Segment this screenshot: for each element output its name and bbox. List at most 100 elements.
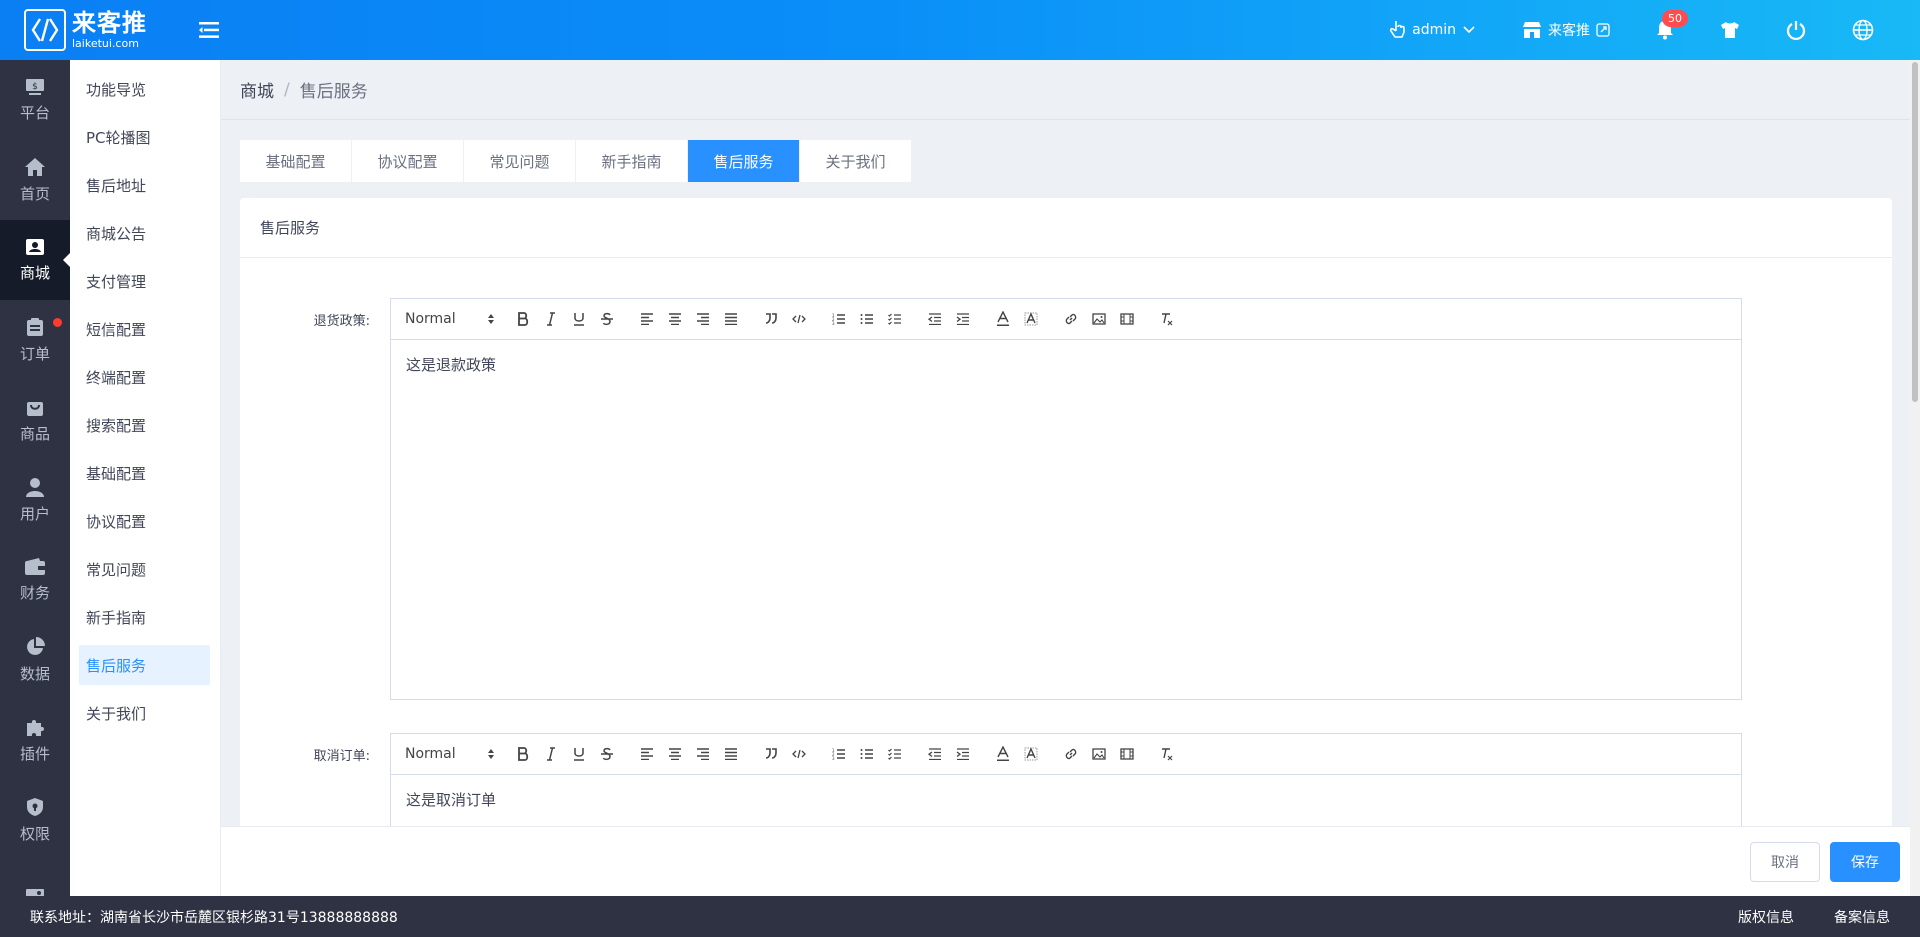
background-color-icon[interactable]: [1017, 740, 1045, 768]
submenu-item-beginner-guide[interactable]: 新手指南: [79, 597, 210, 637]
clear-format-icon[interactable]: [1153, 305, 1181, 333]
brand-logo[interactable]: 来客推 laiketui.com: [0, 0, 180, 60]
notification-button[interactable]: 50: [1656, 10, 1688, 40]
code-icon[interactable]: [785, 305, 813, 333]
text-color-icon[interactable]: [989, 740, 1017, 768]
underline-icon[interactable]: [565, 305, 593, 333]
nav-item-store[interactable]: 商城: [0, 220, 70, 300]
align-justify-icon[interactable]: [717, 305, 745, 333]
nav-item-users[interactable]: 用户: [0, 460, 70, 540]
align-right-icon[interactable]: [689, 305, 717, 333]
nav-item-permissions[interactable]: 权限: [0, 780, 70, 860]
background-color-icon[interactable]: [1017, 305, 1045, 333]
align-center-icon[interactable]: [661, 740, 689, 768]
align-left-icon[interactable]: [633, 305, 661, 333]
cancel-button[interactable]: 取消: [1750, 842, 1820, 882]
wallet-icon: [25, 557, 45, 575]
image-insert-icon[interactable]: [1085, 740, 1113, 768]
footer-record-link[interactable]: 备案信息: [1834, 907, 1890, 927]
link-icon[interactable]: [1057, 740, 1085, 768]
italic-icon[interactable]: [537, 305, 565, 333]
bullet-list-icon[interactable]: [853, 305, 881, 333]
tab-basic[interactable]: 基础配置: [240, 140, 351, 182]
store-link[interactable]: 来客推: [1522, 20, 1616, 40]
quote-icon[interactable]: [757, 305, 785, 333]
scrollbar-thumb[interactable]: [1912, 62, 1918, 402]
align-right-icon[interactable]: [689, 740, 717, 768]
nav-item-orders[interactable]: 订单: [0, 300, 70, 380]
indent-icon[interactable]: [949, 740, 977, 768]
video-insert-icon[interactable]: [1113, 740, 1141, 768]
video-insert-icon[interactable]: [1113, 305, 1141, 333]
theme-button[interactable]: [1720, 21, 1746, 39]
checklist-icon[interactable]: [881, 740, 909, 768]
logout-button[interactable]: [1786, 20, 1812, 40]
align-justify-icon[interactable]: [717, 740, 745, 768]
checklist-icon[interactable]: [881, 305, 909, 333]
nav-item-finance[interactable]: 财务: [0, 540, 70, 620]
submenu-item-faq[interactable]: 常见问题: [79, 549, 210, 589]
align-left-icon[interactable]: [633, 740, 661, 768]
submenu-item-about-us[interactable]: 关于我们: [79, 693, 210, 733]
cancel-order-content[interactable]: 这是取消订单: [391, 775, 1741, 824]
tab-beginner-guide[interactable]: 新手指南: [576, 140, 687, 182]
site-footer: 联系地址：湖南省长沙市岳麓区银杉路31号13888888888 版权信息 备案信…: [0, 896, 1920, 937]
nav-item-products[interactable]: 商品: [0, 380, 70, 460]
text-color-icon[interactable]: [989, 305, 1017, 333]
align-center-icon[interactable]: [661, 305, 689, 333]
power-icon: [1786, 21, 1806, 40]
tab-about-us[interactable]: 关于我们: [800, 140, 911, 182]
image-insert-icon[interactable]: [1085, 305, 1113, 333]
bullet-list-icon[interactable]: [853, 740, 881, 768]
storefront-icon: [1523, 22, 1541, 38]
tab-agreement[interactable]: 协议配置: [352, 140, 463, 182]
strikethrough-icon[interactable]: [593, 305, 621, 333]
nav-item-home[interactable]: 首页: [0, 140, 70, 220]
submenu-item-announcement[interactable]: 商城公告: [79, 213, 210, 253]
format-select[interactable]: Normal: [405, 311, 495, 327]
nav-item-media[interactable]: [0, 860, 70, 896]
bold-icon[interactable]: [509, 740, 537, 768]
footer-copyright-link[interactable]: 版权信息: [1738, 907, 1794, 927]
nav-item-data[interactable]: 数据: [0, 620, 70, 700]
footer-address: 联系地址：湖南省长沙市岳麓区银杉路31号13888888888: [30, 909, 398, 926]
submenu-item-search[interactable]: 搜索配置: [79, 405, 210, 445]
ordered-list-icon[interactable]: 123: [825, 305, 853, 333]
submenu-item-agreement[interactable]: 协议配置: [79, 501, 210, 541]
submenu-item-terminal[interactable]: 终端配置: [79, 357, 210, 397]
submenu-item-aftersale-address[interactable]: 售后地址: [79, 165, 210, 205]
nav-item-plugins[interactable]: 插件: [0, 700, 70, 780]
code-icon[interactable]: [785, 740, 813, 768]
user-menu[interactable]: admin: [1390, 19, 1482, 41]
format-select[interactable]: Normal: [405, 746, 495, 762]
strikethrough-icon[interactable]: [593, 740, 621, 768]
clear-format-icon[interactable]: [1153, 740, 1181, 768]
submenu-item-payment[interactable]: 支付管理: [79, 261, 210, 301]
page-scrollbar[interactable]: [1910, 60, 1920, 896]
save-button[interactable]: 保存: [1830, 842, 1900, 882]
link-icon[interactable]: [1057, 305, 1085, 333]
quote-icon[interactable]: [757, 740, 785, 768]
italic-icon[interactable]: [537, 740, 565, 768]
outdent-icon[interactable]: [921, 305, 949, 333]
submenu-item-feature-guide[interactable]: 功能导览: [79, 69, 210, 109]
submenu-item-pc-carousel[interactable]: PC轮播图: [79, 117, 210, 157]
submenu-item-aftersale-service[interactable]: 售后服务: [79, 645, 210, 685]
submenu-item-sms[interactable]: 短信配置: [79, 309, 210, 349]
tab-faq[interactable]: 常见问题: [464, 140, 575, 182]
nav-item-platform[interactable]: $ 平台: [0, 60, 70, 140]
menu-toggle-icon[interactable]: [198, 19, 220, 41]
language-button[interactable]: [1852, 19, 1880, 41]
breadcrumb-current: 售后服务: [299, 82, 368, 102]
config-tabs: 基础配置 协议配置 常见问题 新手指南 售后服务 关于我们: [240, 140, 912, 182]
globe-icon: [1852, 19, 1874, 41]
submenu-item-basic[interactable]: 基础配置: [79, 453, 210, 493]
outdent-icon[interactable]: [921, 740, 949, 768]
bold-icon[interactable]: [509, 305, 537, 333]
indent-icon[interactable]: [949, 305, 977, 333]
breadcrumb-root[interactable]: 商城: [240, 77, 274, 102]
ordered-list-icon[interactable]: 123: [825, 740, 853, 768]
return-policy-content[interactable]: 这是退款政策: [391, 340, 1741, 389]
underline-icon[interactable]: [565, 740, 593, 768]
tab-aftersale-service[interactable]: 售后服务: [688, 140, 799, 182]
